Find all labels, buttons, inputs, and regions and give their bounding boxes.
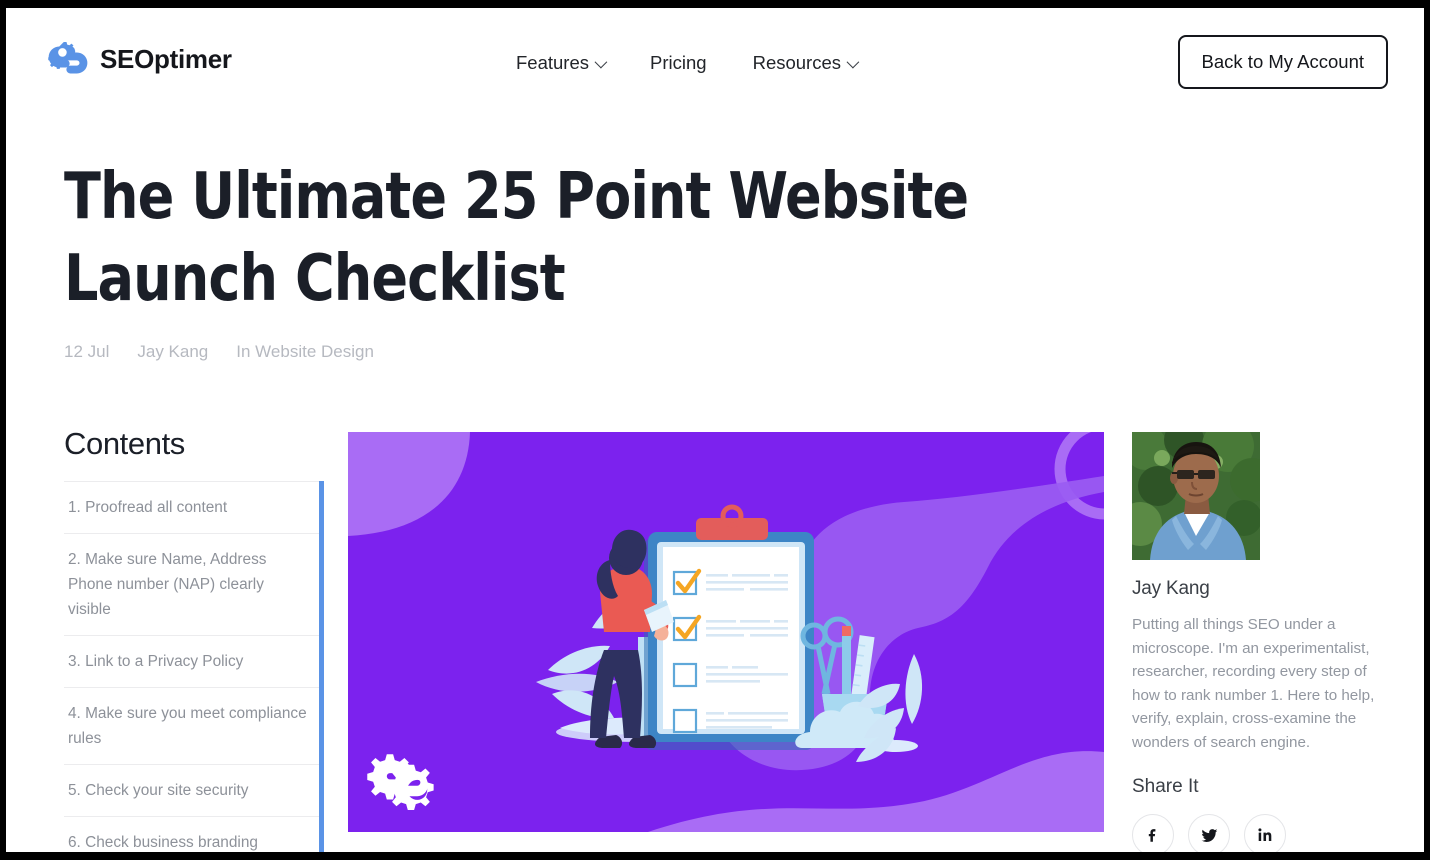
page-title: The Ultimate 25 Point Website Launch Che…	[64, 160, 969, 316]
toc-item-1[interactable]: 1. Proofread all content	[64, 481, 322, 533]
facebook-icon	[1144, 826, 1162, 844]
article-meta: 12 Jul Jay Kang In Website Design	[64, 342, 1154, 362]
nav-item-resources[interactable]: Resources	[752, 52, 860, 74]
share-buttons	[1132, 814, 1382, 852]
chevron-down-icon	[846, 55, 860, 68]
article-author-link[interactable]: Jay Kang	[137, 342, 208, 362]
main-nav: Features Pricing Resources	[516, 52, 860, 74]
hero-illustration	[348, 432, 1104, 832]
toc-heading: Contents	[64, 426, 185, 461]
back-to-my-account-button[interactable]: Back to My Account	[1177, 35, 1388, 89]
article-body-columns: Contents 1. Proofread all content 2. Mak…	[6, 426, 1424, 852]
nav-item-pricing[interactable]: Pricing	[650, 52, 707, 74]
nav-item-features[interactable]: Features	[516, 52, 608, 74]
chevron-down-icon	[594, 55, 608, 68]
screenshot-frame: SEOptimer Features Pricing Resources Bac…	[0, 0, 1430, 860]
hero-illustration-svg	[348, 432, 1104, 832]
share-heading: Share It	[1132, 776, 1199, 797]
author-name: Jay Kang	[1132, 578, 1210, 599]
share-linkedin-button[interactable]	[1244, 814, 1286, 852]
toc-item-4[interactable]: 4. Make sure you meet compliance rules	[64, 687, 322, 764]
brand-logo-link[interactable]: SEOptimer	[48, 38, 232, 80]
article-date: 12 Jul	[64, 342, 110, 361]
toc-item-5[interactable]: 5. Check your site security	[64, 764, 322, 816]
twitter-icon	[1200, 826, 1219, 845]
author-bio: Putting all things SEO under a microscop…	[1132, 616, 1375, 751]
avatar	[1132, 432, 1260, 560]
site-header: SEOptimer Features Pricing Resources Bac…	[6, 8, 1424, 108]
article-header: The Ultimate 25 Point Website Launch Che…	[64, 156, 1154, 362]
author-card: Jay Kang Putting all things SEO under a …	[1132, 432, 1382, 852]
share-twitter-button[interactable]	[1188, 814, 1230, 852]
toc-item-6[interactable]: 6. Check business branding	[64, 816, 322, 852]
nav-label: Pricing	[650, 52, 707, 73]
toc-item-3[interactable]: 3. Link to a Privacy Policy	[64, 635, 322, 687]
linkedin-icon	[1256, 826, 1274, 844]
nav-label: Features	[516, 52, 590, 73]
nav-label: Resources	[752, 52, 842, 73]
table-of-contents: Contents 1. Proofread all content 2. Mak…	[64, 426, 324, 852]
gears-s-logo-icon	[48, 38, 90, 80]
toc-scrollbar[interactable]	[319, 481, 324, 852]
article-category-link[interactable]: In Website Design	[236, 342, 374, 362]
share-facebook-button[interactable]	[1132, 814, 1174, 852]
toc-item-2[interactable]: 2. Make sure Name, Address Phone number …	[64, 533, 322, 635]
page-canvas: SEOptimer Features Pricing Resources Bac…	[6, 8, 1424, 852]
toc-list: 1. Proofread all content 2. Make sure Na…	[64, 481, 324, 852]
brand-name: SEOptimer	[100, 43, 232, 74]
